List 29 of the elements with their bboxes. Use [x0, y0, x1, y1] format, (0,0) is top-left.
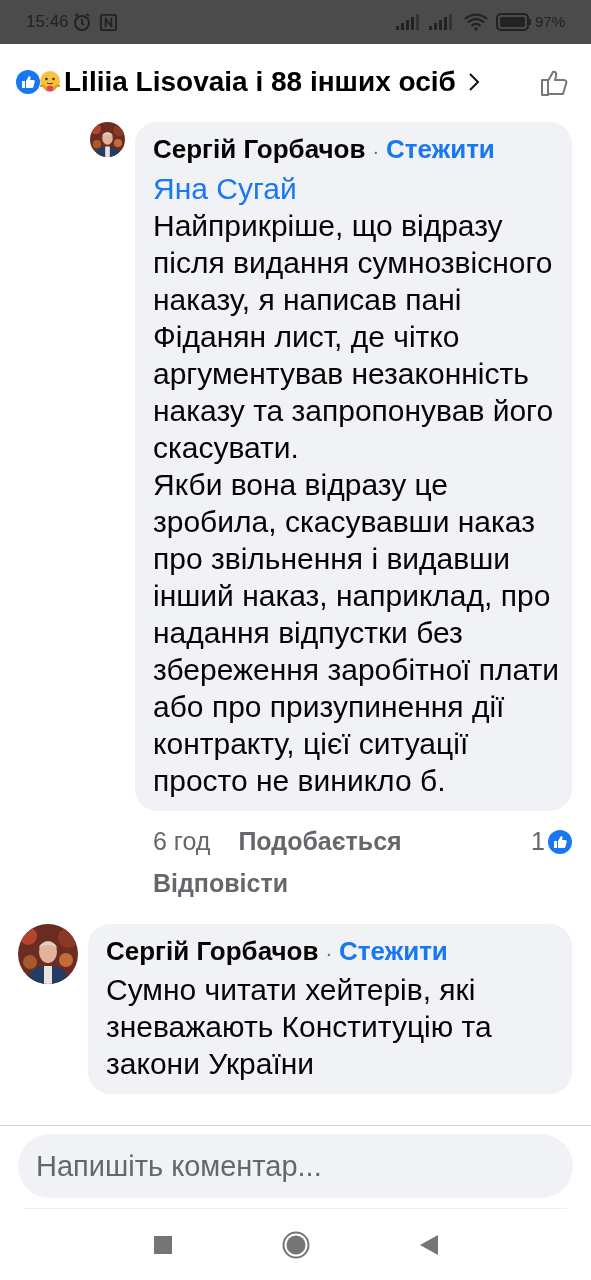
home-icon[interactable]: [281, 1230, 310, 1259]
separator-dot: ·: [372, 139, 380, 164]
comment-text: Сумно читати хейтерів, які зневажають Конституцію та закони України: [106, 972, 493, 1082]
chevron-right-icon[interactable]: [467, 72, 480, 92]
comment-input-field[interactable]: Напишіть коментар...: [18, 1134, 573, 1198]
timestamp: 6 год: [153, 826, 211, 857]
like-link[interactable]: Подобається: [238, 823, 402, 861]
battery-icon: [495, 13, 532, 31]
recent-apps-icon[interactable]: [153, 1235, 172, 1254]
alarm-icon: [71, 12, 92, 32]
signal-icon: [395, 14, 422, 30]
comment-author[interactable]: Сергій Горбачов: [106, 932, 319, 971]
reply-link[interactable]: Відповісти: [153, 864, 289, 902]
reaction-count: 1: [531, 826, 545, 857]
signal-icon: [428, 14, 455, 30]
comment-text: Якби вона відразу це зробила, скасувавши наказ про звільнення і видавши інший наказ, наприклад, про надання відпустки без збереження заробітної плати або про призупинення дії контракту, цієї ситуації просто не виникло б.: [153, 467, 561, 799]
nfc-icon: [98, 12, 118, 32]
comment-text: Найприкріше, що відразу після видання сумнозвісного наказу, я написав пані Фіданян лист, де чітко аргументував незаконність наказу та запропонував його скасувати.: [153, 208, 555, 466]
hug-emoji-icon: [38, 70, 62, 94]
like-reaction-icon: [548, 829, 572, 854]
reactions-summary[interactable]: Liliia Lisovaia і 88 інших осіб: [64, 61, 456, 103]
separator-dot: ·: [325, 941, 333, 966]
comment-author[interactable]: Сергій Горбачов: [153, 130, 366, 169]
follow-link[interactable]: Стежити: [386, 130, 495, 169]
wifi-icon: [463, 13, 488, 31]
mention-link[interactable]: Яна Сугай: [153, 170, 297, 207]
like-reaction-icon: [16, 70, 40, 94]
back-icon[interactable]: [419, 1234, 438, 1255]
follow-link[interactable]: Стежити: [339, 932, 448, 971]
